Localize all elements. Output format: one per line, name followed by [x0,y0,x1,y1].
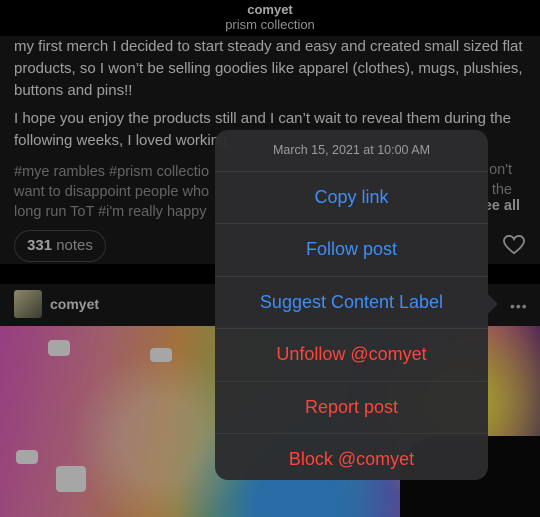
popover-caret [488,294,498,314]
block-user-button[interactable]: Block @comyet [215,432,488,480]
copy-link-button[interactable]: Copy link [215,171,488,223]
post-date: March 15, 2021 at 10:00 AM [272,143,431,157]
unfollow-button[interactable]: Unfollow @comyet [215,328,488,380]
suggest-content-label-button[interactable]: Suggest Content Label [215,275,488,328]
post-options-menu: March 15, 2021 at 10:00 AM Copy link Fol… [215,130,488,480]
report-post-button[interactable]: Report post [215,380,488,433]
follow-post-button[interactable]: Follow post [215,223,488,275]
